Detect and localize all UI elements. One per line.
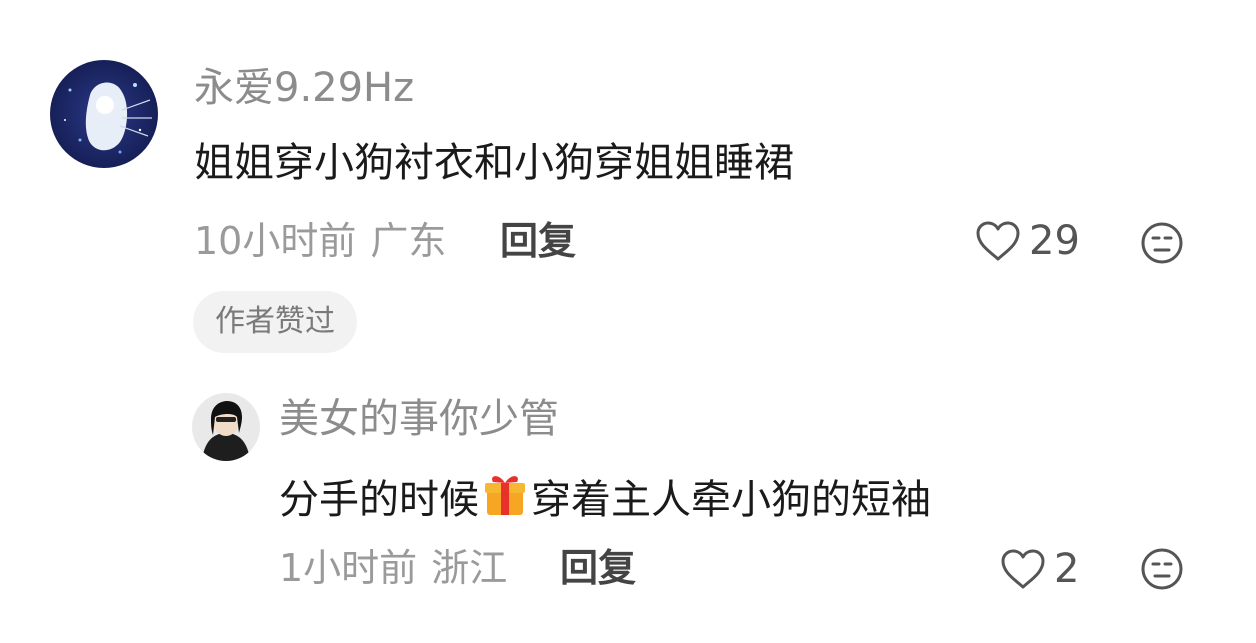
reply-reply-button[interactable]: 回复 (560, 549, 636, 587)
reply-user-avatar[interactable] (192, 393, 260, 461)
gift-emoji-icon (485, 476, 525, 515)
comment-like-count: 29 (1029, 218, 1080, 264)
author-liked-badge: 作者赞过 (193, 291, 357, 353)
comment-location: 广东 (370, 219, 447, 263)
reply-text: 分手的时候 穿着主人牵小狗的短袖 (279, 471, 931, 520)
reply-username[interactable]: 美女的事你少管 (279, 399, 559, 439)
emoji-face-icon (1141, 548, 1183, 590)
comment-emoji-button[interactable] (1140, 221, 1184, 265)
reply-text-before: 分手的时候 (279, 477, 479, 523)
comment-time: 10小时前 (194, 219, 357, 263)
comment-meta: 10小时前 广东 (194, 222, 446, 260)
emoji-face-icon (1141, 222, 1183, 264)
reply-like-count: 2 (1054, 546, 1080, 592)
reply-meta: 1小时前 浙江 (279, 549, 507, 587)
reply-emoji-button[interactable] (1140, 547, 1184, 591)
comment-text: 姐姐穿小狗衬衣和小狗穿姐姐睡裙 (194, 140, 794, 186)
comment-reply-button[interactable]: 回复 (500, 222, 576, 260)
comment-like-button[interactable]: 29 (975, 220, 1080, 262)
reply-like-button[interactable]: 2 (1000, 548, 1079, 590)
heart-outline-icon (976, 221, 1020, 261)
reply-time: 1小时前 (279, 546, 418, 590)
comment-thread: 永爱9.29Hz 姐姐穿小狗衬衣和小狗穿姐姐睡裙 10小时前 广东 回复 29 作… (0, 0, 1256, 643)
avatar-image (192, 393, 260, 461)
heart-outline-icon (1001, 549, 1045, 589)
comment-username[interactable]: 永爱9.29Hz (194, 68, 414, 108)
user-avatar[interactable] (50, 60, 158, 168)
avatar-image (50, 60, 158, 168)
reply-text-after: 穿着主人牵小狗的短袖 (531, 477, 931, 523)
reply-location: 浙江 (431, 546, 508, 590)
